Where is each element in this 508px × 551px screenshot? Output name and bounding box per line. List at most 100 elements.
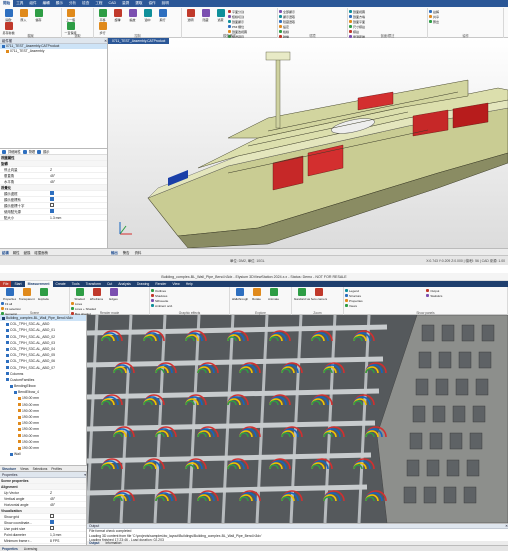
ribbon-small-label: Shadows: [155, 293, 168, 298]
ribbon-button[interactable]: 上一個: [64, 9, 77, 22]
3d-viewport[interactable]: 0711_TEST_Assembly.CATProduct: [108, 38, 508, 248]
ribbon-button[interactable]: Wireframe: [89, 288, 104, 301]
property-value[interactable]: 1,3 mm: [50, 533, 86, 537]
menu-tab[interactable]: 工具: [13, 0, 26, 7]
folder-icon: [6, 378, 9, 382]
tool-icon: [158, 9, 167, 17]
ribbon-button[interactable]: 平移: [96, 9, 109, 22]
property-value[interactable]: [50, 520, 86, 525]
tab-selections[interactable]: Selections: [33, 467, 48, 471]
property-value[interactable]: 8 FPS: [50, 539, 86, 543]
ribbon-button[interactable]: Auto camera: [311, 288, 327, 301]
property-value[interactable]: [50, 203, 107, 208]
ribbon-button[interactable]: Rotate: [249, 288, 264, 301]
tool-icon: [4, 22, 13, 30]
ribbon-button[interactable]: 旋轉: [111, 9, 124, 22]
ribbon-button[interactable]: Properties: [2, 288, 17, 301]
tab-structure[interactable]: Structure: [2, 467, 16, 471]
ribbon-button[interactable]: Walkthrough: [232, 288, 248, 301]
ribbon-button[interactable]: Shaded: [72, 288, 87, 301]
ribbon-button[interactable]: 飛行: [156, 9, 169, 22]
ribbon-small-button[interactable]: 匯出: [429, 19, 502, 24]
property-checkbox[interactable]: [50, 209, 54, 213]
property-key: 水平角: [4, 180, 15, 184]
ribbon-button[interactable]: 匯入: [17, 9, 30, 22]
tab-licensing[interactable]: Licensing: [24, 547, 37, 551]
ribbon-small-button[interactable]: Views: [345, 303, 423, 308]
ribbon-button[interactable]: 適中: [141, 9, 154, 22]
ribbon-button[interactable]: Standard views: [294, 288, 310, 301]
tool-icon: [151, 289, 154, 292]
pipe-icon: [18, 434, 21, 438]
property-value[interactable]: Z: [50, 491, 86, 495]
property-checkbox[interactable]: [50, 197, 54, 201]
property-checkbox[interactable]: [50, 191, 54, 195]
property-key: Vertical angle: [4, 496, 25, 501]
physics-icon[interactable]: [22, 149, 27, 154]
tab-properties[interactable]: 屬性: [13, 250, 20, 255]
tree-item[interactable]: 0711_TEST_Assembly: [0, 49, 107, 54]
menu-tab[interactable]: 組件: [26, 0, 39, 7]
property-value[interactable]: [50, 191, 107, 196]
property-value[interactable]: 45°: [50, 174, 107, 178]
display-icon[interactable]: [37, 149, 42, 154]
property-value[interactable]: [50, 197, 107, 202]
menu-tab[interactable]: 協作: [145, 0, 158, 7]
property-checkbox[interactable]: [50, 514, 54, 518]
menu-tab[interactable]: 編輯: [40, 0, 53, 7]
property-value[interactable]: Z: [50, 168, 107, 172]
property-value[interactable]: [50, 526, 86, 531]
menu-tab[interactable]: 說明: [159, 0, 172, 7]
property-value[interactable]: [50, 209, 107, 214]
menu-tab[interactable]: 分析: [66, 0, 79, 7]
bottom-tabs: Properties Licensing: [0, 545, 508, 551]
tool-icon: [39, 288, 48, 296]
ribbon-button[interactable]: Animate: [266, 288, 281, 301]
menu-tab[interactable]: 顯示: [53, 0, 66, 7]
tab-structure[interactable]: 結構: [2, 250, 9, 255]
property-checkbox[interactable]: [50, 203, 54, 207]
ribbon-button[interactable]: Edges: [106, 288, 121, 301]
tab-output[interactable]: 輸出: [111, 250, 118, 255]
ribbon-button[interactable]: Explode: [36, 288, 51, 301]
ribbon-button[interactable]: Transparent: [19, 288, 35, 301]
status-left: 單位: DM2, 單位: 10GL: [230, 259, 265, 263]
property-value[interactable]: [50, 514, 86, 519]
tab-properties[interactable]: Properties: [2, 547, 18, 551]
property-value[interactable]: 45°: [50, 180, 107, 184]
tab-profiles[interactable]: Profiles: [51, 467, 62, 471]
close-icon[interactable]: ✕: [104, 38, 107, 43]
tab-views[interactable]: Views: [20, 467, 28, 471]
property-row[interactable]: 點大小 1.3 mm: [0, 215, 107, 221]
tree-item[interactable]: Wall: [0, 451, 86, 457]
ribbon-button[interactable]: 開啟: [2, 9, 15, 22]
property-checkbox[interactable]: [50, 526, 54, 530]
property-key: 顯示邊框: [4, 192, 18, 196]
property-checkbox[interactable]: [50, 520, 54, 524]
property-value[interactable]: 45°: [50, 503, 86, 507]
menu-tab[interactable]: 檢查: [79, 0, 92, 7]
ribbon-small-button[interactable]: Statistics: [426, 293, 503, 298]
details-icon[interactable]: [2, 149, 6, 154]
pin-icon[interactable]: ▾: [84, 472, 86, 477]
menu-tab[interactable]: 量測: [119, 0, 132, 7]
property-value[interactable]: 1.3 mm: [50, 216, 107, 220]
ribbon-small-label: Silhouette: [155, 298, 169, 303]
property-value[interactable]: 45°: [50, 497, 86, 501]
menu-tab[interactable]: 選取: [132, 0, 145, 7]
tool-icon: [297, 288, 306, 296]
3d-viewport[interactable]: [85, 314, 508, 524]
ribbon-button[interactable]: 儲存: [32, 9, 45, 22]
tab-collision[interactable]: 碰撞面積: [34, 250, 48, 255]
tab-warnings[interactable]: 警告: [123, 250, 130, 255]
ribbon-small-button[interactable]: Ambient occl.: [151, 303, 225, 308]
tab-data[interactable]: 資料: [135, 250, 142, 255]
menu-tab[interactable]: 工程: [92, 0, 105, 7]
ribbon-button[interactable]: 縮放: [126, 9, 139, 22]
menu-tab[interactable]: CAD: [106, 0, 120, 7]
axis-y: [119, 225, 127, 235]
tool-icon: [429, 10, 432, 13]
tab-transform[interactable]: 變換: [24, 250, 31, 255]
property-key: Horizontal angle: [4, 502, 29, 507]
menu-tab[interactable]: 開始: [0, 0, 14, 7]
